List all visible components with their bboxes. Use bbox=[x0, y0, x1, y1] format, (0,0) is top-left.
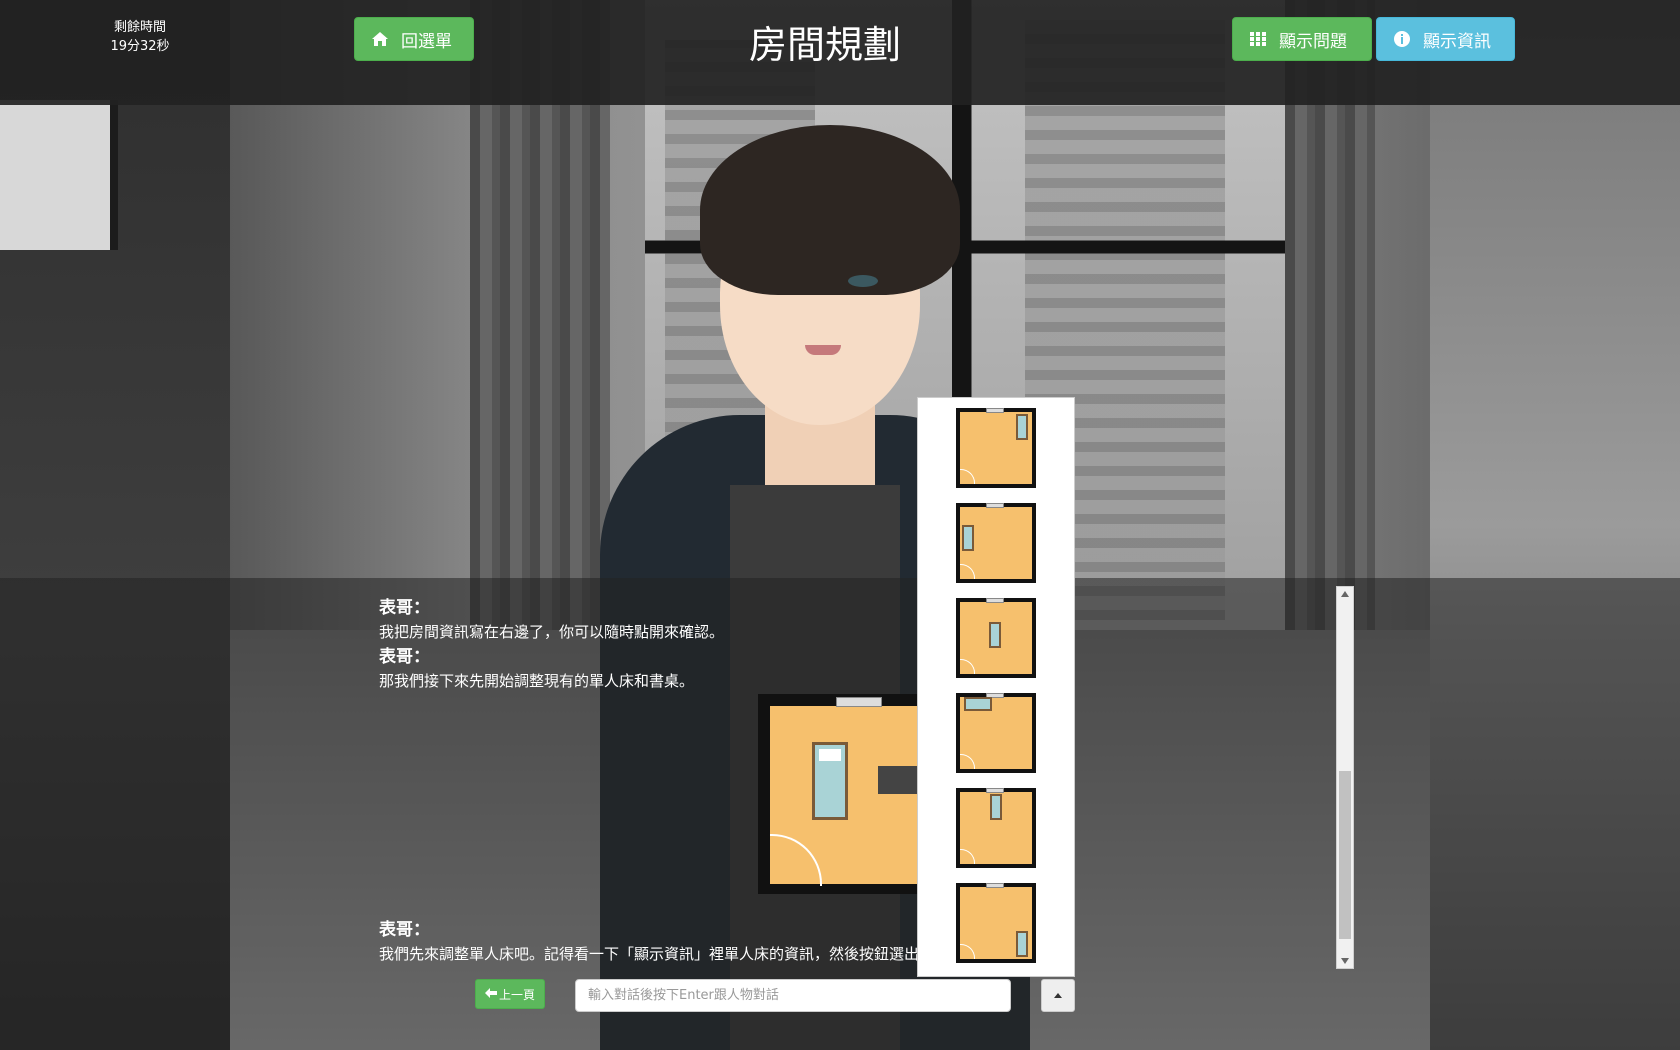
layout-option-2[interactable] bbox=[956, 503, 1036, 583]
remaining-time: 剩餘時間 19分32秒 bbox=[100, 18, 180, 56]
layout-option-4[interactable] bbox=[956, 693, 1036, 773]
character-eye-open bbox=[848, 275, 878, 287]
character-mouth bbox=[805, 345, 841, 355]
info-button-label: 顯示資訊 bbox=[1423, 31, 1491, 52]
grid-icon bbox=[1249, 30, 1267, 48]
scroll-down-icon[interactable] bbox=[1341, 958, 1349, 964]
layout-options-dropdown bbox=[917, 397, 1075, 977]
left-window bbox=[0, 100, 118, 250]
layout-option-1[interactable] bbox=[956, 408, 1036, 488]
show-questions-button[interactable]: 顯示問題 bbox=[1232, 17, 1372, 61]
dropdown-toggle-button[interactable] bbox=[1041, 979, 1075, 1012]
character-eye-closed bbox=[775, 285, 803, 289]
option-window bbox=[986, 598, 1004, 603]
latest-dialog: 表哥： 我們先來調整單人床吧。記得看一下「顯示資訊」裡單人床的資訊，然後按鈕選出… bbox=[379, 918, 1259, 967]
home-icon bbox=[371, 30, 389, 48]
option-bed bbox=[1016, 414, 1028, 440]
top-bar: 剩餘時間 19分32秒 回選單 房間規劃 顯示問題 顯示資訊 bbox=[0, 0, 1680, 105]
dialog-line: 我們先來調整單人床吧。記得看一下「顯示資訊」裡單人床的資訊，然後按鈕選出你的決定… bbox=[379, 945, 1010, 963]
option-bed bbox=[990, 794, 1002, 820]
single-bed bbox=[812, 742, 848, 820]
show-info-button[interactable]: 顯示資訊 bbox=[1376, 17, 1515, 61]
floor-plan-window bbox=[836, 697, 882, 707]
option-bed bbox=[989, 622, 1001, 648]
character-hair bbox=[700, 125, 960, 295]
info-icon bbox=[1393, 30, 1411, 48]
option-bed bbox=[1016, 931, 1028, 957]
scroll-thumb[interactable] bbox=[1339, 771, 1351, 939]
previous-page-button[interactable]: 上一頁 bbox=[475, 979, 545, 1009]
pillow bbox=[819, 749, 841, 761]
caret-up-icon bbox=[1054, 993, 1062, 998]
dialog-scrollbar[interactable] bbox=[1336, 586, 1354, 969]
option-window bbox=[986, 788, 1004, 793]
layout-option-6[interactable] bbox=[956, 883, 1036, 963]
page-title: 房間規劃 bbox=[748, 23, 901, 67]
home-menu-button[interactable]: 回選單 bbox=[354, 17, 474, 61]
scroll-up-icon[interactable] bbox=[1341, 591, 1349, 597]
previous-page-label: 上一頁 bbox=[498, 987, 535, 1002]
layout-option-3[interactable] bbox=[956, 598, 1036, 678]
option-bed bbox=[964, 697, 992, 711]
option-window bbox=[986, 503, 1004, 508]
layout-option-5[interactable] bbox=[956, 788, 1036, 868]
timer-value: 19分32秒 bbox=[110, 39, 170, 54]
arrow-left-icon bbox=[484, 987, 497, 1001]
option-window bbox=[986, 408, 1004, 413]
speaker-name: 表哥： bbox=[379, 920, 430, 940]
timer-label: 剩餘時間 bbox=[113, 20, 166, 35]
home-button-label: 回選單 bbox=[401, 31, 452, 52]
floor-plan-preview bbox=[758, 694, 928, 894]
questions-button-label: 顯示問題 bbox=[1279, 31, 1347, 52]
chat-input[interactable] bbox=[575, 979, 1011, 1012]
option-window bbox=[986, 883, 1004, 888]
option-bed bbox=[962, 525, 974, 551]
